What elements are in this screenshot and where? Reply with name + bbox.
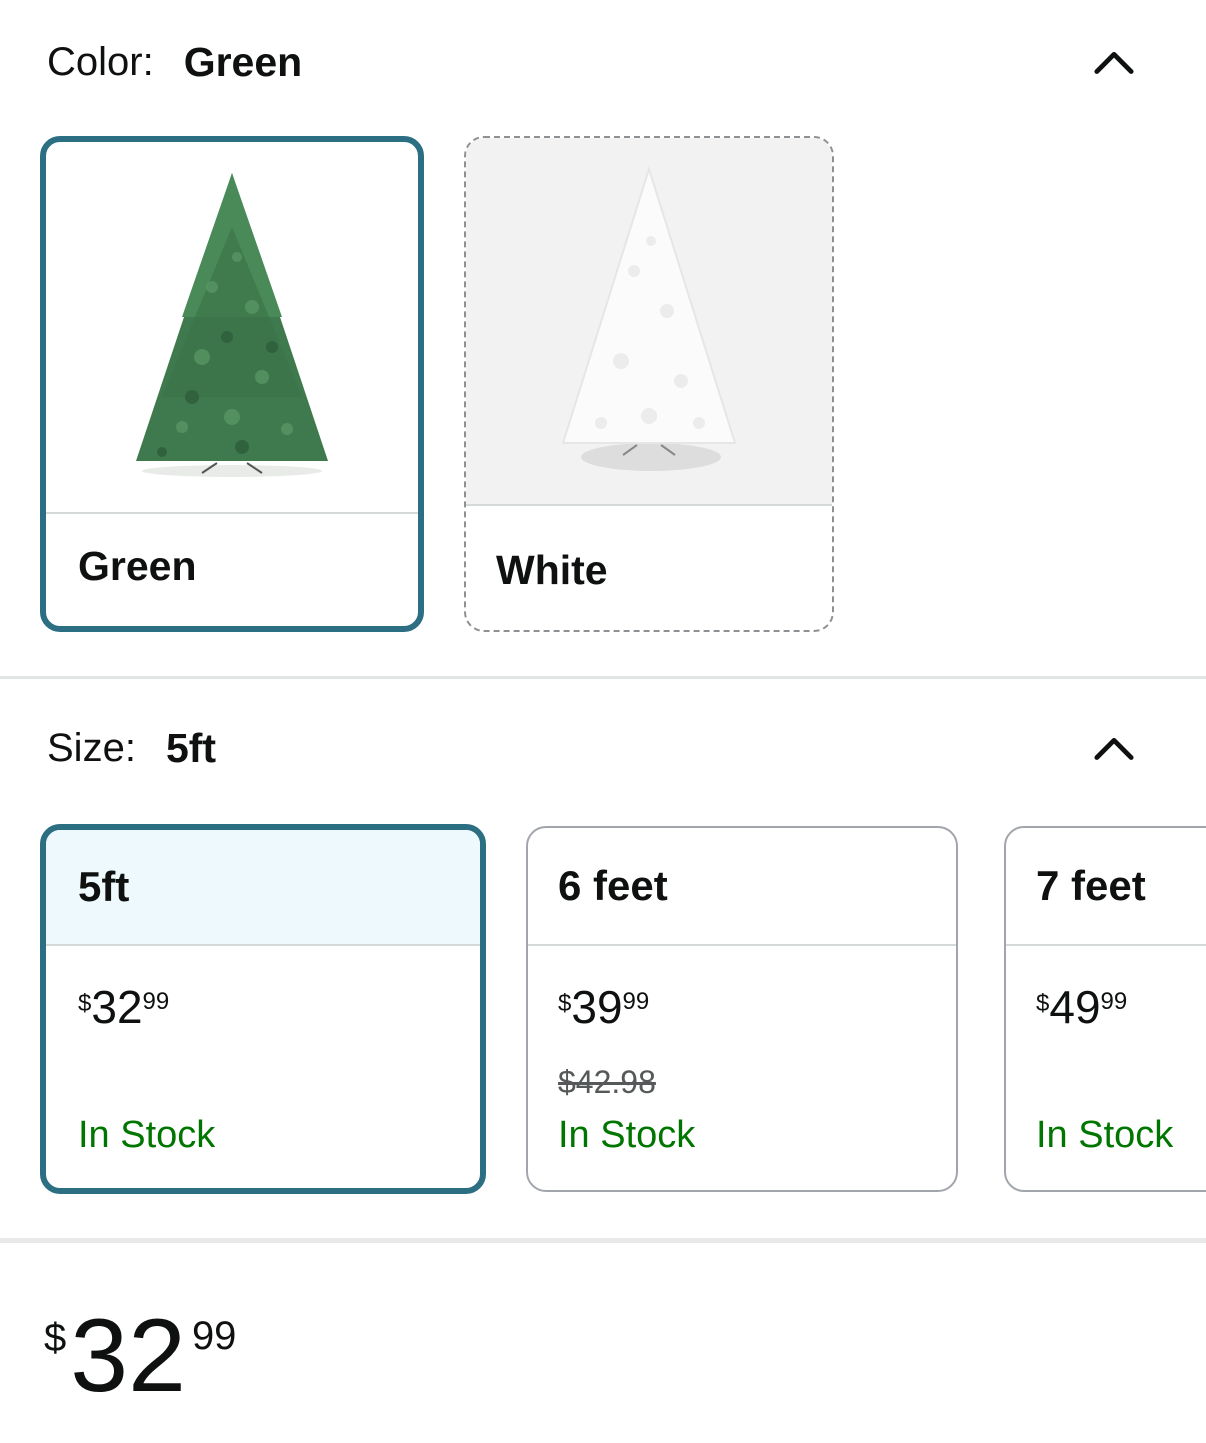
color-swatch-label: Green bbox=[78, 543, 197, 589]
color-swatch-white[interactable]: White bbox=[464, 136, 834, 632]
list-price-strikethrough: $42.98 bbox=[558, 1064, 656, 1100]
product-variation-panel: Color: Green Green White Size: 5ft 5ft $… bbox=[0, 0, 1206, 1443]
price-whole: 32 bbox=[91, 981, 143, 1033]
price-fraction: 99 bbox=[1100, 988, 1128, 1015]
size-option-label: 7 feet bbox=[1006, 828, 1206, 946]
chevron-up-icon[interactable] bbox=[1093, 727, 1135, 769]
color-swatch-label: White bbox=[496, 547, 608, 593]
availability-status: In Stock bbox=[78, 1114, 216, 1156]
size-option-label: 6 feet bbox=[528, 828, 956, 946]
color-swatch-green[interactable]: Green bbox=[40, 136, 424, 632]
size-option-label: 5ft bbox=[46, 830, 480, 946]
color-label: Color: bbox=[47, 39, 154, 84]
white-tree-image bbox=[466, 138, 832, 506]
price-currency: $ bbox=[1036, 990, 1050, 1017]
price-whole: 32 bbox=[70, 1298, 186, 1414]
size-label: Size: bbox=[47, 725, 136, 770]
size-section-header[interactable]: Size: 5ft bbox=[47, 716, 1167, 780]
price-fraction: 99 bbox=[191, 1314, 237, 1358]
price-whole: 39 bbox=[571, 981, 623, 1033]
selected-size-value: 5ft bbox=[165, 724, 217, 771]
size-option-7-feet[interactable]: 7 feet $ 49 99 In Stock bbox=[1004, 826, 1206, 1192]
section-divider bbox=[0, 676, 1206, 679]
availability-status: In Stock bbox=[558, 1114, 696, 1156]
price-fraction: 99 bbox=[142, 988, 170, 1015]
section-divider bbox=[0, 1238, 1206, 1243]
price-currency: $ bbox=[44, 1316, 67, 1360]
size-option-price: $ 49 99 bbox=[1036, 984, 1127, 1030]
price-fraction: 99 bbox=[622, 988, 650, 1015]
size-option-price: $ 39 99 bbox=[558, 984, 649, 1030]
current-price: $ 32 99 bbox=[44, 1298, 237, 1414]
availability-status: In Stock bbox=[1036, 1114, 1174, 1156]
white-christmas-tree-icon bbox=[561, 165, 737, 471]
price-currency: $ bbox=[558, 990, 572, 1017]
green-tree-image bbox=[46, 142, 418, 514]
color-section-header[interactable]: Color: Green bbox=[47, 30, 1167, 94]
price-whole: 49 bbox=[1049, 981, 1101, 1033]
size-option-6-feet[interactable]: 6 feet $ 39 99 $42.98 In Stock bbox=[526, 826, 958, 1192]
size-option-5ft[interactable]: 5ft $ 32 99 In Stock bbox=[40, 824, 486, 1194]
green-christmas-tree-icon bbox=[136, 173, 328, 477]
size-option-price: $ 32 99 bbox=[78, 984, 169, 1030]
selected-color-value: Green bbox=[183, 38, 303, 85]
price-currency: $ bbox=[78, 990, 92, 1017]
chevron-up-icon[interactable] bbox=[1093, 41, 1135, 83]
